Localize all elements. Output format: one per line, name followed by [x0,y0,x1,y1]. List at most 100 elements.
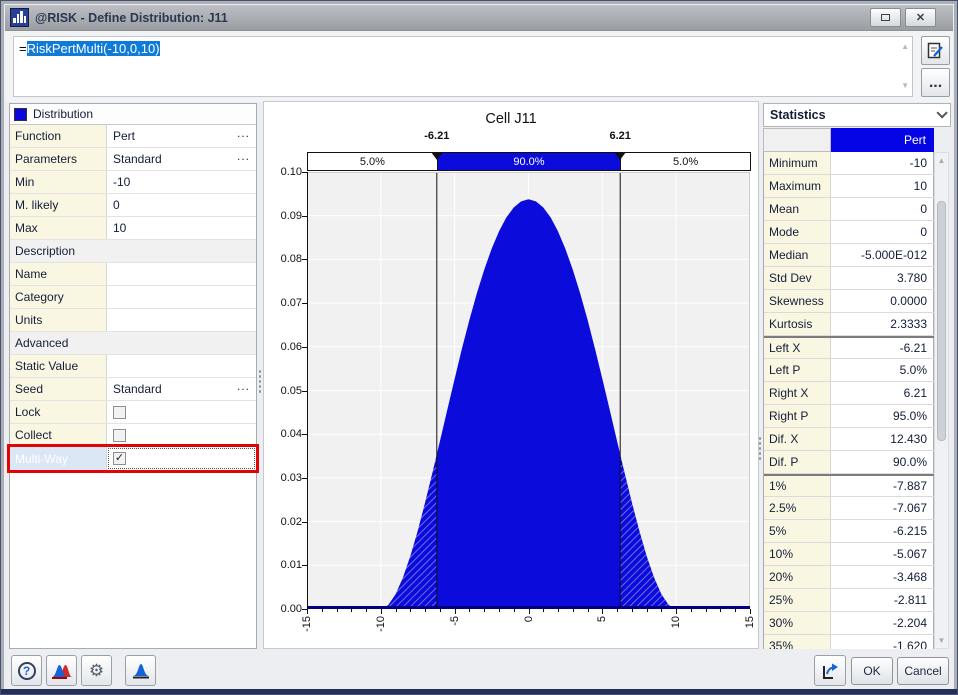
stat-value: 3.780 [831,267,934,289]
distribution-color-swatch[interactable] [14,108,27,121]
property-section-description[interactable]: Description [10,240,256,263]
scroll-up-icon[interactable]: ▲ [935,156,948,165]
statistics-series-header[interactable]: Pert [831,128,934,152]
more-options-button[interactable]: ... [921,68,950,97]
x-axis-tick [720,609,721,612]
export-button[interactable] [814,655,846,686]
property-row-lock: Lock [10,401,256,424]
statistics-panel: Statistics Pert Minimum-10Maximum10Mean0… [763,101,951,649]
left-delimiter-marker[interactable] [431,152,443,160]
x-axis-tick [455,609,456,614]
statistics-corner-cell[interactable] [763,128,831,152]
ellipsis-button[interactable]: ... [237,126,250,140]
y-axis-label: 0.06 [264,341,302,353]
statistics-header[interactable]: Statistics [763,103,951,127]
statistics-scrollbar[interactable]: ▲ ▼ [934,152,949,649]
property-value-text: 0 [113,198,120,212]
lock-checkbox[interactable] [113,406,126,419]
stat-value: -5.000E-012 [831,244,934,266]
stat-value: 2.3333 [831,313,934,335]
right-delimiter-marker[interactable] [614,152,626,160]
property-value[interactable] [107,286,256,308]
chevron-down-icon[interactable] [936,107,947,118]
cancel-button[interactable]: Cancel [897,657,949,685]
x-axis-tick [484,609,485,612]
scrollbar-thumb[interactable] [937,201,946,441]
property-label: Max [10,217,107,239]
statistics-rows: Minimum-10Maximum10Mean0Mode0Median-5.00… [763,152,934,649]
property-value[interactable] [107,263,256,285]
help-button[interactable]: ? [11,655,42,686]
property-row-m-likely: M. likely0 [10,194,256,217]
close-button[interactable]: ✕ [905,8,936,27]
y-axis-tick [302,478,307,479]
ellipsis-button[interactable]: ... [237,149,250,163]
property-row-category: Category [10,286,256,309]
x-axis-tick [735,609,736,612]
stat-value: 90.0% [831,451,934,473]
formula-scroll-up-icon[interactable]: ▲ [901,43,909,51]
statistics-column-header: Pert [763,128,934,152]
distribution-format-button[interactable] [125,655,156,686]
ok-button[interactable]: OK [851,657,893,685]
stat-label: Kurtosis [764,313,831,335]
stat-value: -6.21 [831,338,934,358]
formula-input[interactable]: =RiskPertMulti(-10,0,10) ▲ ▼ [13,36,913,97]
stat-row-10: 10%-5.067 [764,543,934,566]
x-axis-tick [661,609,662,612]
property-value[interactable]: Standard... [107,378,256,400]
x-axis-tick [307,609,308,614]
left-splitter-handle[interactable] [258,369,262,395]
stat-row-std-dev: Std Dev3.780 [764,267,934,290]
property-value[interactable]: 10 [107,217,256,239]
maximize-button[interactable] [870,8,901,27]
property-row-min: Min-10 [10,171,256,194]
collect-checkbox[interactable] [113,429,126,442]
property-value[interactable] [107,355,256,377]
stat-label: 5% [764,520,831,542]
property-value[interactable]: 0 [107,194,256,216]
y-axis-label: 0.00 [264,603,302,615]
formula-panel: =RiskPertMulti(-10,0,10) ▲ ▼ ... [5,31,953,102]
right-tail-percent[interactable]: 5.0% [620,152,751,171]
formula-scroll-down-icon[interactable]: ▼ [901,82,909,90]
property-value[interactable] [107,401,256,423]
property-value[interactable]: Standard... [107,148,256,170]
stat-row-5: 5%-6.215 [764,520,934,543]
stat-row-mode: Mode0 [764,221,934,244]
section-label: Description [15,244,75,258]
stat-label: Minimum [764,152,831,174]
stat-row-left-x: Left X-6.21 [764,336,934,359]
property-value[interactable] [107,309,256,331]
x-axis-label: 10 [670,616,682,650]
titlebar[interactable]: @RISK - Define Distribution: J11 ✕ [5,5,953,31]
property-value[interactable]: Pert... [107,125,256,147]
property-value[interactable]: ✓ [107,447,256,470]
edit-reference-button[interactable] [921,36,950,65]
property-label: Parameters [10,148,107,170]
x-axis-label: -5 [449,616,461,650]
stat-value: 6.21 [831,382,934,404]
stat-value: -6.215 [831,520,934,542]
statistics-title: Statistics [770,108,826,122]
property-label: Units [10,309,107,331]
scroll-down-icon[interactable]: ▼ [935,636,948,645]
overlay-distributions-button[interactable] [46,655,77,686]
window-title: @RISK - Define Distribution: J11 [35,11,228,25]
stat-value: 0.0000 [831,290,934,312]
stat-value: -2.811 [831,589,934,611]
multi-way-checkbox[interactable]: ✓ [113,452,126,465]
middle-percent[interactable]: 90.0% [437,152,621,171]
chart-settings-button[interactable]: ⚙··· [81,655,112,686]
property-section-advanced[interactable]: Advanced [10,332,256,355]
stat-row-right-p: Right P95.0% [764,405,934,428]
stat-row-2-5: 2.5%-7.067 [764,497,934,520]
left-tail-percent[interactable]: 5.0% [307,152,438,171]
property-value[interactable]: -10 [107,171,256,193]
close-icon: ✕ [916,11,925,24]
y-axis-label: 0.05 [264,385,302,397]
x-axis-tick [647,609,648,612]
property-value[interactable] [107,424,256,446]
property-label: Min [10,171,107,193]
ellipsis-button[interactable]: ... [237,379,250,393]
